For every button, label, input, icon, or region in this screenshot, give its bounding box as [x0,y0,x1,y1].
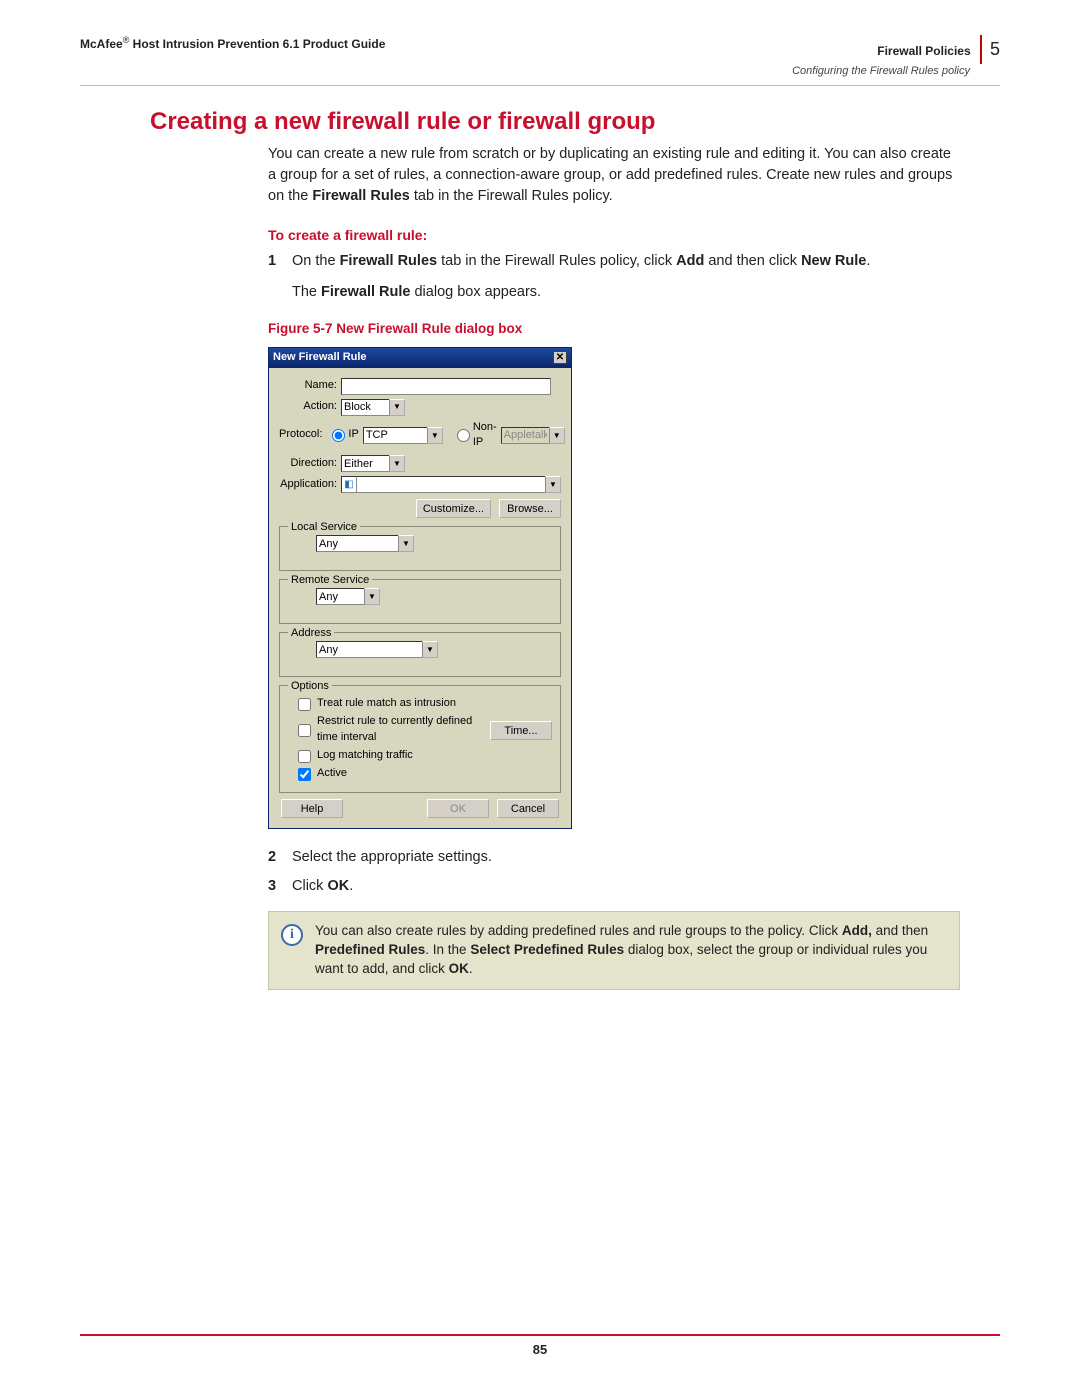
name-input[interactable] [341,378,551,395]
new-firewall-rule-dialog: New Firewall Rule ✕ Name: Action: ▼ Prot… [268,347,572,830]
address-combo[interactable]: ▼ [316,641,438,658]
protocol-combo[interactable]: ▼ [363,427,443,444]
local-service-value[interactable] [316,535,398,552]
nonip-label: Non-IP [473,420,497,452]
procedure-heading: To create a firewall rule: [268,225,960,245]
application-label: Application: [279,477,341,493]
nonip-combo: ▼ [501,427,565,444]
nonip-value [501,427,549,444]
dialog-titlebar[interactable]: New Firewall Rule ✕ [269,348,571,368]
header-right: Firewall Policies 5 Configuring the Fire… [792,35,1000,79]
ok-button[interactable]: OK [427,799,489,818]
protocol-value[interactable] [363,427,427,444]
chevron-down-icon[interactable]: ▼ [545,476,561,493]
application-input[interactable] [357,476,545,493]
chevron-down-icon: ▼ [549,427,565,444]
browse-button[interactable]: Browse... [499,499,561,518]
local-service-legend: Local Service [288,520,360,536]
protocol-label: Protocol: [279,427,326,443]
footer-divider [80,1334,1000,1336]
help-button[interactable]: Help [281,799,343,818]
log-label: Log matching traffic [317,748,413,764]
header-divider [80,85,1000,86]
direction-label: Direction: [279,456,341,472]
step-text: Select the appropriate settings. [292,847,492,868]
page-title: Creating a new firewall rule or firewall… [150,108,1000,136]
brand: McAfee [80,37,123,51]
chevron-down-icon[interactable]: ▼ [422,641,438,658]
application-icon: ◧ [341,476,357,493]
address-legend: Address [288,626,334,642]
action-label: Action: [279,399,341,415]
section-subtitle: Configuring the Firewall Rules policy [792,64,970,79]
page-footer: 85 [80,1334,1000,1357]
options-group: Options Treat rule match as intrusion Re… [279,685,561,793]
customize-button[interactable]: Customize... [416,499,491,518]
remote-service-value[interactable] [316,588,364,605]
guide-title: Host Intrusion Prevention 6.1 Product Gu… [133,37,386,51]
cancel-button[interactable]: Cancel [497,799,559,818]
step-text: Click OK. [292,876,353,897]
step-number: 1 [268,251,282,272]
direction-value[interactable] [341,455,389,472]
remote-service-combo[interactable]: ▼ [316,588,380,605]
section-name: Firewall Policies [877,44,970,58]
chevron-down-icon[interactable]: ▼ [398,535,414,552]
step-number: 2 [268,847,282,868]
step-3: 3 Click OK. [268,876,960,897]
time-button[interactable]: Time... [490,721,552,740]
intrusion-checkbox[interactable] [298,698,311,711]
address-group: Address ▼ [279,632,561,677]
restrict-checkbox[interactable] [298,724,311,737]
chevron-down-icon[interactable]: ▼ [364,588,380,605]
dialog-appears-text: The Firewall Rule dialog box appears. [292,282,960,303]
step-text: On the Firewall Rules tab in the Firewal… [292,251,870,272]
close-icon[interactable]: ✕ [553,351,567,364]
intro-paragraph: You can create a new rule from scratch o… [268,144,960,207]
restrict-label: Restrict rule to currently defined time … [317,714,484,746]
note-box: i You can also create rules by adding pr… [268,911,960,990]
step-2: 2 Select the appropriate settings. [268,847,960,868]
chapter-number: 5 [980,35,1000,64]
step-1: 1 On the Firewall Rules tab in the Firew… [268,251,960,272]
figure-caption: Figure 5-7 New Firewall Rule dialog box [268,319,960,339]
ip-label: IP [348,427,358,443]
name-label: Name: [279,378,341,394]
direction-combo[interactable]: ▼ [341,455,405,472]
registered-mark: ® [123,35,130,45]
action-combo[interactable]: ▼ [341,399,405,416]
chevron-down-icon[interactable]: ▼ [389,399,405,416]
note-text: You can also create rules by adding pred… [315,922,947,979]
active-checkbox[interactable] [298,768,311,781]
address-value[interactable] [316,641,422,658]
remote-service-legend: Remote Service [288,573,372,589]
active-label: Active [317,766,347,782]
chevron-down-icon[interactable]: ▼ [389,455,405,472]
header-left: McAfee® Host Intrusion Prevention 6.1 Pr… [80,35,385,51]
log-checkbox[interactable] [298,750,311,763]
options-legend: Options [288,679,332,695]
page-number: 85 [80,1342,1000,1357]
local-service-combo[interactable]: ▼ [316,535,414,552]
dialog-title: New Firewall Rule [273,350,367,366]
local-service-group: Local Service ▼ [279,526,561,571]
page-header: McAfee® Host Intrusion Prevention 6.1 Pr… [80,35,1000,79]
application-combo[interactable]: ◧ ▼ [341,476,561,493]
nonip-radio[interactable] [457,429,470,442]
intrusion-label: Treat rule match as intrusion [317,696,456,712]
ip-radio[interactable] [332,429,345,442]
action-value[interactable] [341,399,389,416]
remote-service-group: Remote Service ▼ [279,579,561,624]
info-icon: i [281,924,303,946]
chevron-down-icon[interactable]: ▼ [427,427,443,444]
step-number: 3 [268,876,282,897]
